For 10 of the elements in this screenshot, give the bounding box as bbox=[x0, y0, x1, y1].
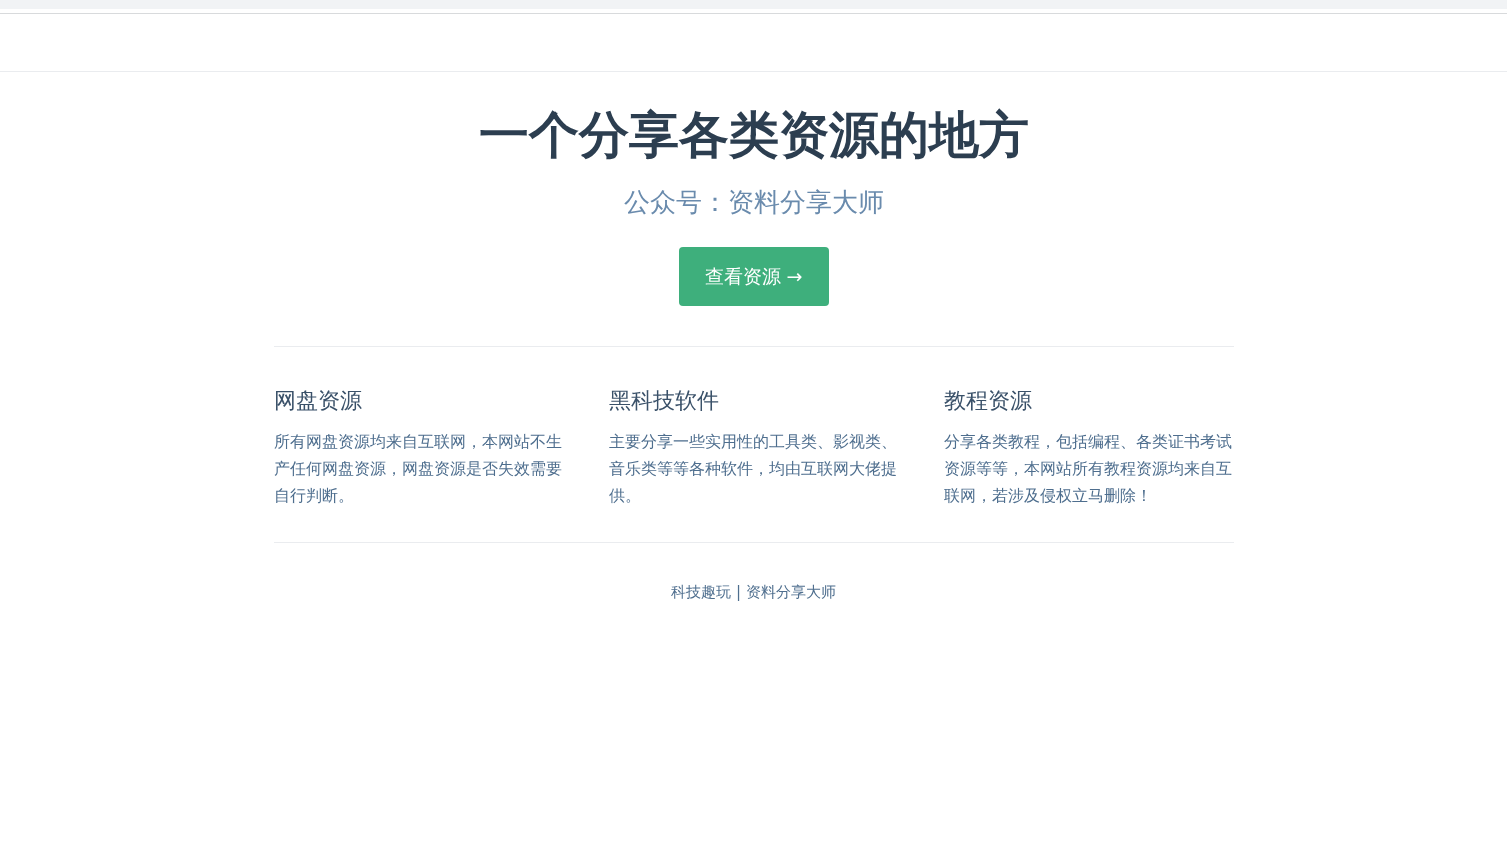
feature-description: 分享各类教程，包括编程、各类证书考试资源等等，本网站所有教程资源均来自互联网，若涉及侵权立马删除！ bbox=[943, 432, 1233, 507]
feature-description: 主要分享一些实用性的工具类、影视类、音乐类等等各种软件，均由互联网大佬提供。 bbox=[608, 432, 898, 507]
hero-title: 一个分享各类资源的地方 bbox=[478, 105, 1029, 166]
feature-title: 教程资源 bbox=[943, 387, 1033, 415]
feature-title: 网盘资源 bbox=[273, 387, 363, 415]
view-resources-button[interactable]: 查看资源 → bbox=[678, 247, 829, 306]
feature-title: 黑科技软件 bbox=[608, 387, 720, 415]
hero-subtitle: 公众号：资料分享大师 bbox=[623, 186, 884, 219]
footer-text: 科技趣玩 | 资料分享大师 bbox=[671, 583, 836, 602]
feature-description: 所有网盘资源均来自互联网，本网站不生产任何网盘资源，网盘资源是否失效需要自行判断。 bbox=[273, 432, 563, 507]
